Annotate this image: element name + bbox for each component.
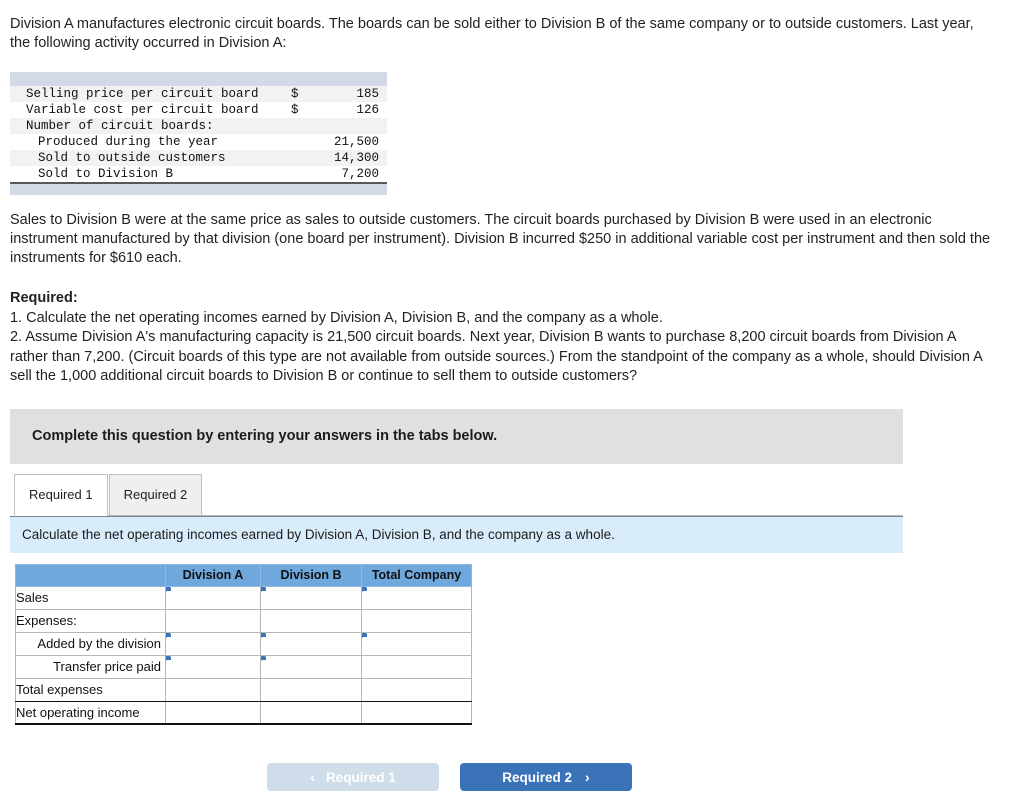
answer-input-cell[interactable] [260, 631, 362, 656]
answer-column-header: Division B [260, 563, 362, 587]
prompt-bar: Calculate the net operating incomes earn… [10, 515, 903, 553]
intro-paragraph: Division A manufactures electronic circu… [10, 16, 974, 51]
answer-readonly-cell [260, 677, 362, 702]
instruction-banner-text: Complete this question by entering your … [32, 428, 498, 444]
fact-row-value: 126 [356, 103, 379, 117]
exercise-page: Division A manufactures electronic circu… [0, 0, 1024, 791]
fact-table-body: Selling price per circuit board $185 Varia… [10, 86, 387, 182]
fact-row: Selling price per circuit board $185 [10, 86, 387, 102]
answer-readonly-cell [260, 700, 362, 725]
answer-table-corner [15, 563, 166, 587]
chevron-right-icon: › [585, 769, 590, 785]
tab-label: Required 2 [123, 487, 188, 502]
answer-input-cell[interactable] [361, 585, 472, 610]
fact-row-label: Number of circuit boards: [26, 119, 214, 133]
answer-table-body: Sales Expenses: Added by the division Trans… [15, 585, 472, 725]
fact-row-label: Produced during the year [38, 135, 219, 149]
fact-row: Variable cost per circuit board $126 [10, 102, 387, 118]
tab-label: Required 1 [29, 487, 93, 502]
answer-row-label: Net operating income [15, 700, 166, 725]
answer-input-cell[interactable] [165, 631, 261, 656]
required-block: Required: 1. Calculate the net operating… [10, 289, 990, 387]
answer-readonly-cell [165, 700, 261, 725]
fact-row-currency: $ [291, 87, 299, 101]
tab-required-2[interactable]: Required 2 [108, 473, 203, 515]
answer-readonly-cell [361, 700, 472, 725]
answer-column-header: Total Company [361, 563, 472, 587]
answer-readonly-cell [361, 654, 472, 679]
answer-row-label: Expenses: [15, 608, 166, 633]
answer-readonly-cell [361, 608, 472, 633]
answer-row-label: Added by the division [15, 631, 166, 656]
fact-table-header-bar [10, 72, 387, 86]
instruction-banner: Complete this question by entering your … [10, 408, 903, 464]
answer-readonly-cell [260, 608, 362, 633]
fact-row-label: Sold to outside customers [38, 151, 226, 165]
answer-input-cell[interactable] [260, 654, 362, 679]
answer-table-row: Total expenses [15, 677, 472, 702]
answer-table-row: Transfer price paid [15, 654, 472, 679]
answer-input-cell[interactable] [260, 585, 362, 610]
chevron-left-icon: ‹ [310, 769, 315, 785]
answer-readonly-cell [165, 677, 261, 702]
answer-readonly-cell [361, 677, 472, 702]
answer-table-row: Sales [15, 585, 472, 610]
answer-table-row: Net operating income [15, 700, 472, 725]
tab-required-1[interactable]: Required 1 [14, 473, 108, 516]
next-required-label: Required 2 [502, 769, 573, 785]
navigation-bar: ‹ Required 1 Required 2 › [0, 763, 1024, 793]
fact-row-label: Sold to Division B [38, 167, 174, 181]
answer-input-cell[interactable] [165, 585, 261, 610]
fact-row-value: 185 [356, 87, 379, 101]
required-item-1: 1. Calculate the net operating incomes e… [10, 309, 663, 326]
answer-column-header: Division A [165, 563, 261, 587]
tab-strip: Required 1 Required 2 [14, 473, 903, 516]
fact-row: Sold to Division B 7,200 [10, 166, 387, 182]
answer-table-wrapper: Division A Division B Total Company Sales E… [15, 563, 1024, 725]
required-heading: Required: [10, 290, 78, 306]
answer-table-row: Added by the division [15, 631, 472, 656]
next-required-button[interactable]: Required 2 › [460, 763, 632, 791]
fact-row-value: 14,300 [333, 151, 379, 165]
fact-row-label: Selling price per circuit board [26, 87, 259, 101]
answer-table-head: Division A Division B Total Company [15, 563, 472, 587]
fact-row-currency: $ [291, 103, 299, 117]
prompt-bar-text: Calculate the net operating incomes earn… [22, 527, 615, 542]
prev-required-label: Required 1 [325, 769, 396, 785]
fact-row: Sold to outside customers 14,300 [10, 150, 387, 166]
fact-row-label: Variable cost per circuit board [26, 103, 259, 117]
answer-table-row: Expenses: [15, 608, 472, 633]
fact-row: Produced during the year 21,500 [10, 134, 387, 150]
answer-input-cell[interactable] [165, 654, 261, 679]
answer-table-header-row: Division A Division B Total Company [15, 563, 472, 587]
answer-row-label: Transfer price paid [15, 654, 166, 679]
answer-row-label: Total expenses [15, 677, 166, 702]
fact-row-value: 7,200 [341, 167, 379, 181]
answer-input-cell[interactable] [361, 631, 472, 656]
fact-row-value: 21,500 [333, 135, 379, 149]
answer-table: Division A Division B Total Company Sales E… [15, 563, 472, 725]
fact-row: Number of circuit boards: [10, 118, 387, 134]
prev-required-button[interactable]: ‹ Required 1 [267, 763, 439, 791]
answer-readonly-cell [165, 608, 261, 633]
fact-table-footer-bar [10, 182, 387, 195]
required-item-2: 2. Assume Division A's manufacturing cap… [10, 329, 983, 384]
answer-row-label: Sales [15, 585, 166, 610]
given-data-table: Selling price per circuit board $185 Varia… [10, 72, 387, 195]
body-paragraph: Sales to Division B were at the same pri… [10, 212, 991, 266]
